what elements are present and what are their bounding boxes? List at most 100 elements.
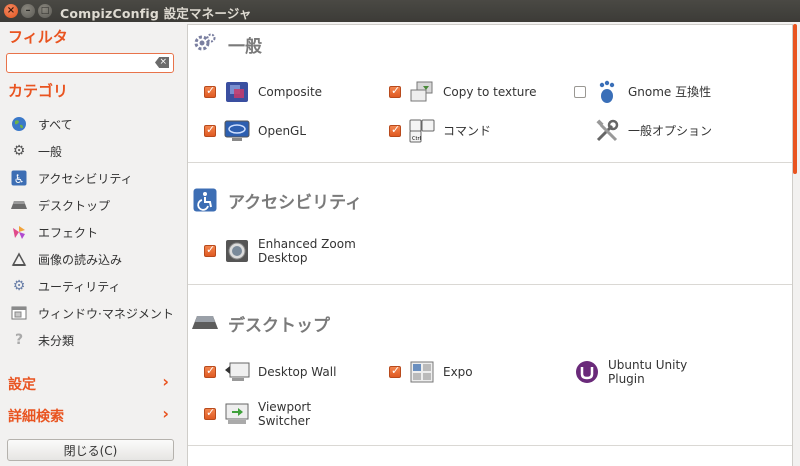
- plugin-checkbox[interactable]: [204, 243, 216, 257]
- clear-icon[interactable]: ×: [155, 57, 169, 68]
- category-item-label: エフェクト: [38, 225, 99, 240]
- plugin-label: 一般オプション: [628, 124, 713, 138]
- plugin-expo[interactable]: Expo: [389, 357, 473, 387]
- category-item-label: 未分類: [38, 333, 75, 348]
- plugin-enhanced-zoom[interactable]: Enhanced Zoom Desktop: [204, 236, 356, 266]
- filter-field[interactable]: ×: [6, 53, 174, 73]
- plugin-gnome-compat[interactable]: Gnome 互換性: [574, 77, 711, 107]
- plugin-label: Copy to texture: [443, 85, 537, 99]
- window-minimize-button[interactable]: –: [21, 4, 35, 18]
- svg-text:♿: ♿: [14, 172, 25, 186]
- title-bar: × – □ CompizConfig 設定マネージャ: [0, 0, 800, 22]
- plugin-label: Expo: [443, 365, 473, 379]
- plugin-label: OpenGL: [258, 124, 307, 138]
- copy-to-texture-icon: [409, 80, 435, 104]
- plugin-ubuntu-unity[interactable]: Ubuntu Unity Plugin: [574, 357, 687, 387]
- plugin-label: Enhanced Zoom Desktop: [258, 237, 356, 265]
- category-item-window-management[interactable]: ウィンドウ·マネジメント: [10, 301, 180, 325]
- category-item-label: ユーティリティ: [38, 279, 121, 294]
- category-item-all[interactable]: すべて: [10, 112, 180, 136]
- plugin-list-panel[interactable]: 一般 Composite Copy to texture Gnome 互換性 O…: [187, 24, 793, 466]
- close-button[interactable]: 閉じる(C): [7, 439, 174, 461]
- plugin-composite[interactable]: Composite: [204, 77, 322, 107]
- plugin-label: Composite: [258, 85, 323, 99]
- category-item-effects[interactable]: エフェクト: [10, 220, 180, 244]
- plugin-checkbox[interactable]: [204, 123, 216, 137]
- globe-icon: [10, 115, 28, 133]
- utility-icon: ⚙: [12, 278, 26, 294]
- plugin-checkbox[interactable]: [204, 364, 216, 378]
- desktop-icon: [10, 196, 28, 214]
- plugin-checkbox[interactable]: [574, 86, 586, 98]
- plugin-general-options[interactable]: 一般オプション: [594, 116, 712, 146]
- gears-icon: [192, 31, 218, 57]
- chevron-right-icon: ›: [162, 372, 169, 391]
- desktop-wall-icon: [224, 360, 250, 384]
- plugin-copy-to-texture[interactable]: Copy to texture: [389, 77, 536, 107]
- expo-icon: [409, 360, 435, 384]
- zoom-icon: [224, 239, 250, 263]
- accessibility-icon: [192, 187, 218, 213]
- svg-text:Ctrl: Ctrl: [412, 136, 421, 142]
- gears-icon: ⚙: [12, 143, 26, 159]
- opengl-icon: [224, 119, 250, 143]
- section-divider: [188, 445, 792, 446]
- category-item-label: 一般: [38, 144, 63, 159]
- plugin-checkbox[interactable]: [389, 123, 401, 137]
- category-item-uncategorized[interactable]: ? 未分類: [10, 328, 180, 352]
- plugin-label: Viewport Switcher: [258, 400, 311, 428]
- composite-icon: [224, 80, 250, 104]
- category-item-utility[interactable]: ⚙ ユーティリティ: [10, 274, 180, 298]
- plugin-label: Ubuntu Unity Plugin: [608, 358, 687, 386]
- plugin-checkbox[interactable]: [389, 84, 401, 98]
- vertical-scrollbar[interactable]: [793, 24, 797, 174]
- window-title: CompizConfig 設定マネージャ: [60, 6, 252, 21]
- settings-link[interactable]: 設定 ›: [8, 372, 173, 394]
- plugin-checkbox[interactable]: [204, 406, 216, 420]
- gnome-foot-icon: [594, 80, 620, 104]
- category-item-label: ウィンドウ·マネジメント: [38, 306, 174, 321]
- accessibility-icon: ♿: [10, 169, 28, 187]
- plugin-label-line1: Ubuntu Unity: [608, 358, 688, 372]
- plugin-opengl[interactable]: OpenGL: [204, 116, 306, 146]
- plugin-desktop-wall[interactable]: Desktop Wall: [204, 357, 336, 387]
- effects-icon: [10, 223, 28, 241]
- category-item-accessibility[interactable]: ♿ アクセシビリティ: [10, 166, 180, 190]
- advanced-search-link[interactable]: 詳細検索 ›: [8, 404, 173, 426]
- filter-input[interactable]: [7, 54, 147, 72]
- plugin-viewport-switcher[interactable]: Viewport Switcher: [204, 399, 311, 429]
- plugin-commands[interactable]: Ctrl コマンド: [389, 116, 491, 146]
- section-header-desktop: デスクトップ: [192, 310, 330, 336]
- advanced-search-link-label: 詳細検索: [8, 409, 64, 425]
- category-item-desktop[interactable]: デスクトップ: [10, 193, 180, 217]
- chevron-right-icon: ›: [162, 404, 169, 423]
- window-maximize-button[interactable]: □: [38, 4, 52, 18]
- uncategorized-icon: ?: [14, 332, 24, 348]
- desktop-icon: [192, 310, 218, 336]
- plugin-checkbox[interactable]: [204, 84, 216, 98]
- tools-icon: [594, 119, 620, 143]
- plugin-label-line1: Viewport: [258, 400, 312, 414]
- plugin-label: Gnome 互換性: [628, 85, 712, 99]
- plugin-label-line2: Plugin: [608, 372, 645, 386]
- section-header-general: 一般: [192, 31, 262, 57]
- category-item-general[interactable]: ⚙ 一般: [10, 139, 180, 163]
- section-divider: [188, 284, 792, 285]
- category-item-image-loading[interactable]: 画像の読み込み: [10, 247, 180, 271]
- plugin-checkbox[interactable]: [389, 364, 401, 378]
- section-divider: [188, 162, 792, 163]
- plugin-label: Desktop Wall: [258, 365, 337, 379]
- window-close-button[interactable]: ×: [4, 4, 18, 18]
- plugin-label: コマンド: [443, 124, 492, 138]
- category-item-label: デスクトップ: [38, 198, 111, 213]
- section-title: デスクトップ: [228, 315, 330, 336]
- category-item-label: アクセシビリティ: [38, 171, 133, 186]
- image-loading-icon: [10, 250, 28, 268]
- plugin-label-line2: Desktop: [258, 251, 308, 265]
- section-header-accessibility: アクセシビリティ: [192, 187, 362, 213]
- plugin-label-line1: Enhanced Zoom: [258, 237, 356, 251]
- filter-heading: フィルタ: [8, 28, 68, 46]
- settings-link-label: 設定: [8, 377, 36, 393]
- plugin-label-line2: Switcher: [258, 414, 310, 428]
- section-title: 一般: [228, 36, 262, 57]
